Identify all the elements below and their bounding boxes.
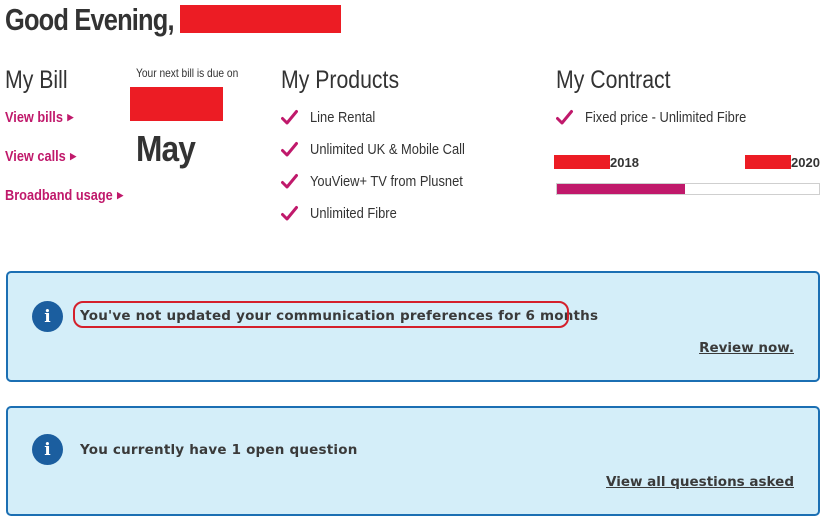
contract-progress-fill [557,184,686,194]
open-questions-alert: i You currently have 1 open question Vie… [6,406,820,516]
due-month: May [136,128,196,169]
chevron-right-icon: ▶ [67,112,74,122]
info-icon: i [32,434,63,465]
redacted-end-date [745,155,791,169]
view-all-questions-link[interactable]: View all questions asked [606,474,794,490]
product-label: YouView+ TV from Plusnet [310,173,463,190]
contract-progress-bar [556,183,820,195]
checkmark-icon [281,206,298,221]
checkmark-icon [556,110,573,125]
product-item: Line Rental [281,109,386,126]
contract-item-label: Fixed price - Unlimited Fibre [585,109,747,126]
checkmark-icon [281,110,298,125]
view-bills-link[interactable]: View bills ▶ [5,110,73,126]
product-label: Unlimited Fibre [310,205,397,222]
contract-start-year: 2018 [610,155,639,170]
view-calls-label: View calls [5,149,66,165]
product-label: Unlimited UK & Mobile Call [310,141,465,158]
product-item: Unlimited UK & Mobile Call [281,141,490,158]
redacted-due-date [130,87,223,121]
chevron-right-icon: ▶ [70,151,77,161]
my-products-title: My Products [281,66,400,94]
checkmark-icon [281,174,298,189]
highlight-annotation [73,301,569,328]
review-now-link[interactable]: Review now. [699,340,794,356]
product-item: YouView+ TV from Plusnet [281,173,488,190]
view-bills-label: View bills [5,110,63,126]
my-contract-title: My Contract [556,66,671,94]
redacted-start-date [554,155,610,169]
view-calls-link[interactable]: View calls ▶ [5,149,76,165]
checkmark-icon [281,142,298,157]
next-bill-label: Your next bill is due on [136,66,239,80]
product-label: Line Rental [310,109,376,126]
chevron-right-icon: ▶ [117,190,124,200]
product-item: Unlimited Fibre [281,205,411,222]
info-icon: i [32,301,63,332]
contract-end-year: 2020 [791,155,820,170]
broadband-usage-link[interactable]: Broadband usage ▶ [5,188,123,204]
broadband-usage-label: Broadband usage [5,188,113,204]
contract-item: Fixed price - Unlimited Fibre [556,109,773,126]
alert-message: You currently have 1 open question [80,442,358,458]
greeting-title: Good Evening, [5,2,175,37]
redacted-name [180,5,341,33]
my-bill-title: My Bill [5,66,68,94]
